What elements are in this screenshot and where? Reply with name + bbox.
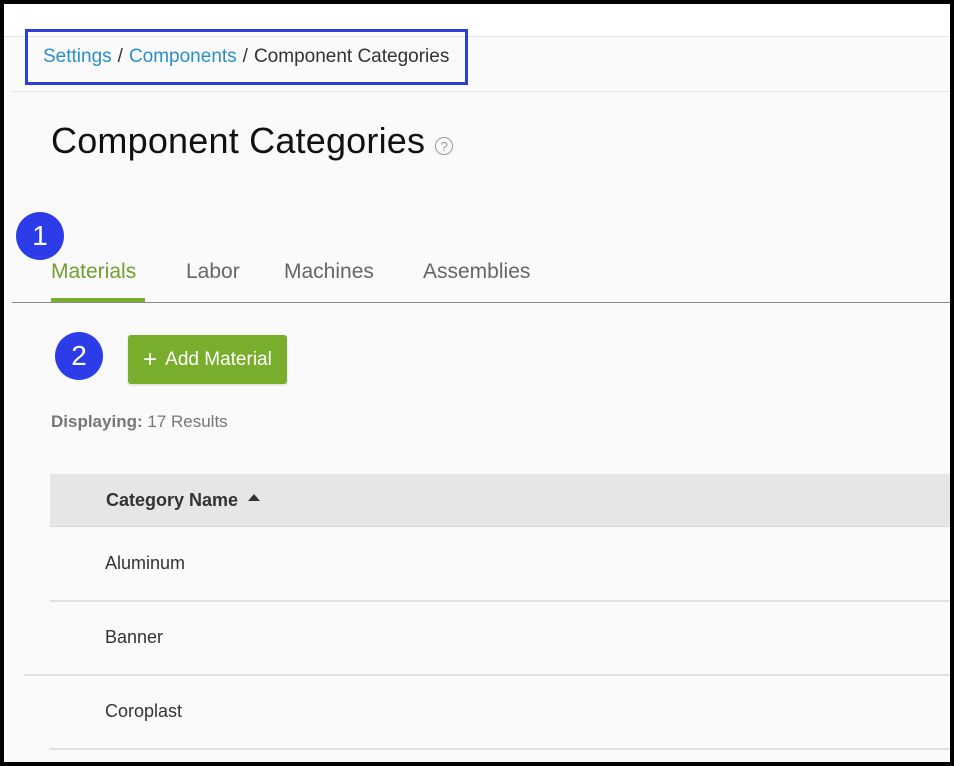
breadcrumb-settings-link[interactable]: Settings [43, 46, 112, 68]
results-prefix: Displaying: [51, 412, 143, 431]
tab-materials[interactable]: Materials [51, 260, 136, 284]
table-row[interactable]: Banner [24, 601, 950, 676]
breadcrumb: Settings / Components / Component Catego… [25, 29, 468, 85]
breadcrumb-current: Component Categories [253, 46, 450, 67]
help-icon[interactable]: ? [435, 137, 454, 155]
table-header: Category Name [50, 474, 950, 527]
active-tab-indicator [51, 298, 145, 302]
tab-assemblies[interactable]: Assemblies [423, 260, 530, 284]
page-header: Component Categories ? [51, 120, 454, 162]
page-title: Component Categories [51, 120, 426, 161]
category-tabs: Materials Labor Machines Assemblies [12, 256, 950, 303]
breadcrumb-separator: / [117, 46, 123, 67]
breadcrumb-components-link[interactable]: Components [129, 46, 237, 68]
breadcrumb-separator: / [242, 46, 248, 67]
category-name-column-header[interactable]: Category Name [106, 490, 261, 511]
tab-labor[interactable]: Labor [186, 260, 240, 284]
category-name-cell: Banner [105, 627, 164, 647]
clipped-icon: ˇ [48, 4, 52, 12]
category-name-cell: Aluminum [105, 553, 186, 573]
add-material-button[interactable]: + Add Material [128, 335, 287, 384]
step-1-badge: 1 [16, 212, 64, 260]
results-text: 17 Results [147, 412, 228, 431]
add-material-label: Add Material [165, 348, 272, 370]
tab-machines[interactable]: Machines [284, 260, 374, 284]
app-window: ˇ Settings / Components / Component Cate… [4, 4, 950, 762]
table-row[interactable]: Coroplast [50, 675, 950, 750]
step-2-badge: 2 [55, 332, 103, 380]
results-count: Displaying: 17 Results [51, 412, 228, 432]
table-row[interactable]: Aluminum [50, 527, 950, 602]
sort-ascending-icon [248, 494, 261, 501]
column-header-label: Category Name [106, 490, 239, 510]
plus-icon: + [143, 345, 158, 373]
category-name-cell: Coroplast [105, 701, 183, 721]
